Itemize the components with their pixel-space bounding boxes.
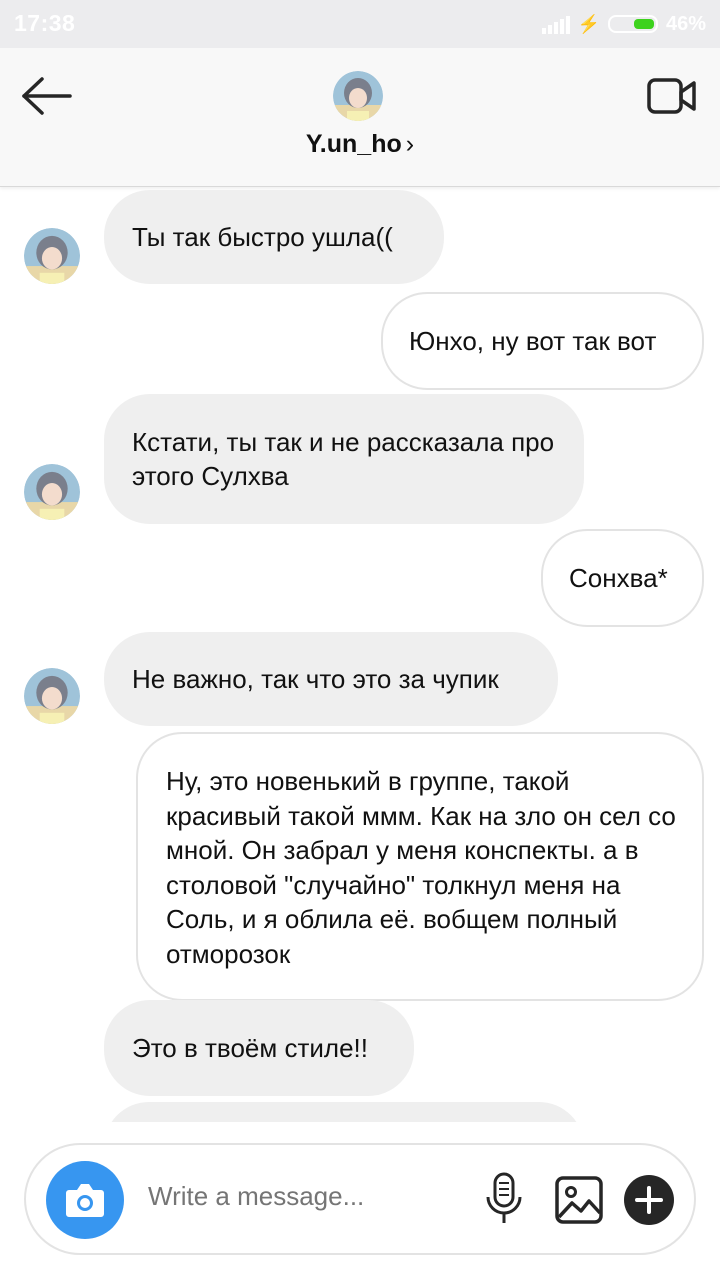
battery-percent: 46% (665, 12, 706, 35)
video-call-button[interactable] (646, 74, 698, 118)
chat-username[interactable]: Y.un_ho › (0, 130, 720, 159)
back-arrow-icon (22, 77, 72, 115)
message-bubble-incoming[interactable]: Не важно, так что это за чупик (104, 632, 558, 726)
gallery-button[interactable] (554, 1175, 604, 1225)
signal-icon (541, 14, 570, 34)
message-bubble-outgoing[interactable]: Юнхо, ну вот так вот (381, 292, 704, 390)
message-bubble-partial (104, 1102, 584, 1122)
message-text: Кстати, ты так и не рассказала про этого… (132, 427, 555, 491)
message-text: Ну, это новенький в группе, такой красив… (166, 766, 676, 969)
status-time: 17:38 (14, 10, 76, 36)
video-call-icon (647, 78, 696, 114)
username-text: Y.un_ho (305, 130, 402, 158)
sender-avatar[interactable] (24, 228, 80, 284)
plus-icon (635, 1186, 663, 1214)
message-text: Юнхо, ну вот так вот (409, 326, 657, 356)
message-bubble-outgoing[interactable]: Ну, это новенький в группе, такой красив… (136, 732, 704, 1001)
gallery-icon (555, 1176, 603, 1224)
header-avatar[interactable] (333, 71, 383, 121)
charging-icon: ⚡ (577, 13, 600, 34)
message-input[interactable] (148, 1181, 448, 1212)
message-bubble-outgoing[interactable]: Сонхва* (541, 529, 704, 627)
microphone-button[interactable] (484, 1171, 524, 1227)
chat-header: Y.un_ho › (0, 48, 720, 187)
add-button[interactable] (624, 1175, 674, 1225)
sender-avatar[interactable] (24, 464, 80, 520)
camera-icon (66, 1184, 104, 1217)
message-text: Не важно, так что это за чупик (132, 664, 499, 694)
sender-avatar[interactable] (24, 668, 80, 724)
message-bubble-incoming[interactable]: Кстати, ты так и не рассказала про этого… (104, 394, 584, 524)
battery-icon (607, 15, 658, 33)
message-bubble-incoming[interactable]: Ты так быстро ушла(( (104, 190, 444, 284)
status-bar: 17:38 ⚡ 46% (0, 0, 720, 48)
microphone-icon (486, 1172, 522, 1223)
message-composer (24, 1143, 696, 1255)
message-bubble-incoming[interactable]: Это в твоём стиле!! (104, 1000, 414, 1096)
chevron-right-icon: › (405, 130, 415, 158)
message-text: Это в твоём стиле!! (132, 1033, 368, 1063)
camera-button[interactable] (46, 1161, 124, 1239)
back-button[interactable] (20, 74, 76, 118)
message-text: Ты так быстро ушла(( (132, 222, 393, 252)
message-text: Сонхва* (569, 563, 668, 593)
